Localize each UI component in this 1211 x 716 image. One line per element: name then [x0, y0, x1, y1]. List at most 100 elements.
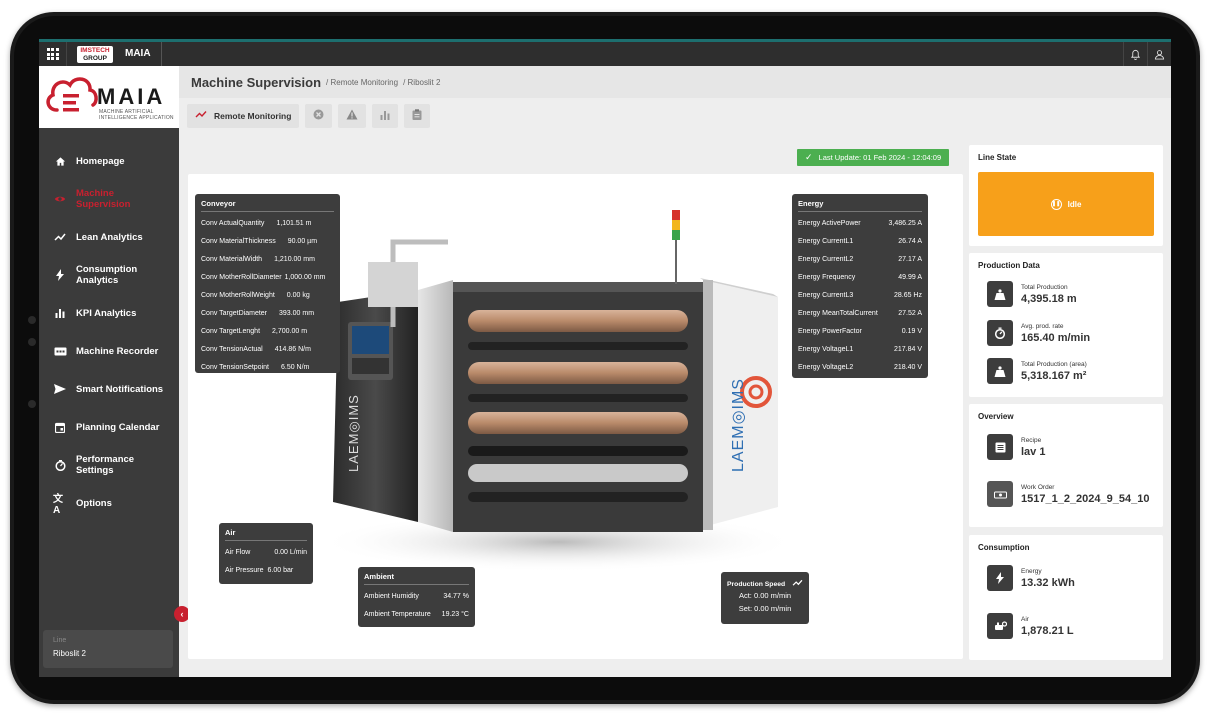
warning-icon	[346, 109, 358, 123]
work-order-kpi: Work Order 1517_1_2_2024_9_54_10	[987, 481, 1149, 507]
line-state-title: Line State	[978, 153, 1017, 162]
data-row: Energy CurrentL1 26.74 A	[798, 238, 922, 246]
consumption-title: Consumption	[978, 543, 1030, 552]
eye-icon	[53, 192, 67, 206]
speed-set: Set: 0.00 m/min	[738, 604, 792, 613]
sidebar-item-machine-recorder[interactable]: Machine Recorder	[39, 332, 179, 370]
sidebar-item-performance-settings[interactable]: Performance Settings	[39, 446, 179, 484]
tab-charts[interactable]	[372, 104, 399, 128]
ambient-title: Ambient	[364, 567, 469, 585]
data-row: Conv MotherRollDiameter 1,000.00 mm	[201, 274, 326, 282]
sidebar-item-lean-analytics[interactable]: Lean Analytics	[39, 218, 179, 256]
conveyor-title: Conveyor	[201, 194, 334, 212]
compressor-icon	[987, 613, 1013, 639]
machine-brand-left: LAEM◎IMS	[346, 394, 361, 472]
sidebar-item-kpi-analytics[interactable]: KPI Analytics	[39, 294, 179, 332]
sidebar-item-planning-calendar[interactable]: Planning Calendar	[39, 408, 179, 446]
logo-subtitle: MACHINE ARTIFICIAL INTELLIGENCE APPLICAT…	[99, 109, 174, 121]
data-row: Conv MotherRollWeight 0.00 kg	[201, 292, 310, 299]
conveyor-data-box: Conveyor Conv ActualQuantity 1,101.51 m C…	[195, 194, 340, 373]
line-state-indicator: ❚❚ Idle	[978, 172, 1154, 236]
data-row: Conv TargetDiameter 393.00 mm	[201, 309, 315, 317]
bar-chart-icon	[53, 306, 67, 320]
timer-icon	[987, 320, 1013, 346]
avg-rate-kpi: Avg. prod. rate 165.40 m/min	[987, 320, 1090, 346]
data-row: Conv TargetLenght 2,700.00 m	[201, 327, 308, 335]
bolt-icon	[53, 268, 67, 282]
list-icon	[987, 434, 1013, 460]
tab-remote-monitoring[interactable]: Remote Monitoring	[187, 104, 300, 128]
sidebar-item-label: Lean Analytics	[76, 231, 143, 243]
sidebar-nav: Homepage Machine Supervision Lean Analyt…	[39, 142, 179, 522]
breadcrumb-line[interactable]: / Riboslit 2	[403, 78, 440, 87]
camera-dot	[28, 400, 36, 408]
energy-consumption-kpi: Energy 13.32 kWh	[987, 565, 1075, 591]
data-row: Energy PowerFactor 0.19 V	[798, 327, 922, 335]
sidebar-item-machine-supervision[interactable]: Machine Supervision	[39, 180, 179, 218]
sidebar-item-consumption-analytics[interactable]: Consumption Analytics	[39, 256, 179, 294]
tab-report[interactable]	[404, 104, 431, 128]
data-row: Energy CurrentL2 27.17 A	[798, 256, 922, 264]
sidebar-item-label: Planning Calendar	[76, 421, 160, 433]
send-icon	[53, 382, 67, 396]
camera-dot	[28, 338, 36, 346]
ambient-data-box: Ambient Ambient Humidity 34.77 % Ambient …	[358, 567, 475, 627]
line-selector[interactable]: Line Riboslit 2	[43, 630, 173, 668]
sidebar-item-label: Homepage	[76, 155, 125, 167]
imstech-logo: IMSTECH GROUP	[77, 45, 113, 63]
bell-icon[interactable]	[1123, 42, 1147, 66]
production-data-title: Production Data	[978, 261, 1040, 270]
data-row: Ambient Temperature 19.23 °C	[364, 611, 469, 619]
data-row: Ambient Humidity 34.77 %	[364, 593, 469, 601]
area-production-kpi: Total Production (area) 5,318.167 m²	[987, 358, 1087, 384]
apps-grid-icon[interactable]	[39, 42, 67, 66]
app-name: MAIA	[125, 42, 162, 66]
page-header: Machine Supervision / Remote Monitoring …	[179, 66, 1171, 98]
machine-panel: LAEM◎IMS LAEM◎IMS Conveyor Conv ActualQu…	[188, 174, 963, 659]
sidebar-item-homepage[interactable]: Homepage	[39, 142, 179, 180]
sidebar-item-smart-notifications[interactable]: Smart Notifications	[39, 370, 179, 408]
data-row: Conv TensionActual 414.86 N/m	[201, 345, 311, 353]
data-row: Energy VoltageL1 217.84 V	[798, 345, 922, 353]
gauge-icon	[53, 458, 67, 472]
page-title: Machine Supervision	[191, 74, 322, 90]
data-row: Conv TensionSetpoint 6.50 N/m	[201, 363, 310, 371]
view-tabs: Remote Monitoring	[187, 104, 431, 130]
air-title: Air	[225, 523, 307, 541]
tab-label: Remote Monitoring	[214, 111, 292, 121]
last-update-text: Last Update: 01 Feb 2024 - 12:04:09	[818, 153, 942, 162]
recorder-icon	[53, 344, 67, 358]
line-selector-label: Line	[53, 637, 67, 644]
data-row: Air Pressure 6.00 bar	[225, 567, 294, 575]
logo-word: MAIA	[97, 84, 166, 109]
trend-icon	[53, 230, 67, 244]
sidebar-item-label: KPI Analytics	[76, 307, 137, 319]
pause-icon: ❚❚	[1050, 198, 1062, 210]
weight-icon	[987, 281, 1013, 307]
check-icon: ✓	[805, 152, 813, 162]
line-state-panel: Line State ❚❚ Idle	[969, 145, 1163, 246]
bar-chart-icon	[380, 110, 390, 123]
sidebar-item-label: Performance Settings	[76, 454, 135, 476]
tab-alarms[interactable]	[338, 104, 367, 128]
top-bar: IMSTECH GROUP MAIA	[39, 42, 1171, 66]
production-speed-title: Production Speed	[727, 580, 786, 588]
data-row: Conv MaterialThickness 90.00 µm	[201, 238, 318, 246]
app-screen: IMSTECH GROUP MAIA MAIA MACHINE ARTIFICI…	[39, 39, 1171, 677]
total-production-kpi: Total Production 4,395.18 m	[987, 281, 1077, 307]
data-row: Energy Frequency 49.99 A	[798, 274, 922, 282]
sidebar-item-options[interactable]: 文A Options	[39, 484, 179, 522]
speed-act: Act: 0.00 m/min	[738, 591, 792, 600]
data-row: Energy ActivePower 3,486.25 A	[798, 220, 922, 228]
calendar-icon	[53, 420, 67, 434]
data-row: Air Flow 0.00 L/min	[225, 549, 307, 557]
breadcrumb-remote-monitoring[interactable]: / Remote Monitoring	[326, 78, 398, 87]
data-row: Energy VoltageL2 218.40 V	[798, 363, 922, 371]
sidebar-item-label: Options	[76, 497, 112, 509]
user-icon[interactable]	[1147, 42, 1171, 66]
bolt-icon	[987, 565, 1013, 591]
overview-panel: Overview Recipe lav 1 Work Order 1517_1_2_…	[969, 404, 1163, 527]
data-row: Conv ActualQuantity 1,101.51 m	[201, 220, 312, 228]
tab-stops[interactable]	[305, 104, 333, 128]
air-consumption-kpi: Air 1,878.21 L	[987, 613, 1074, 639]
